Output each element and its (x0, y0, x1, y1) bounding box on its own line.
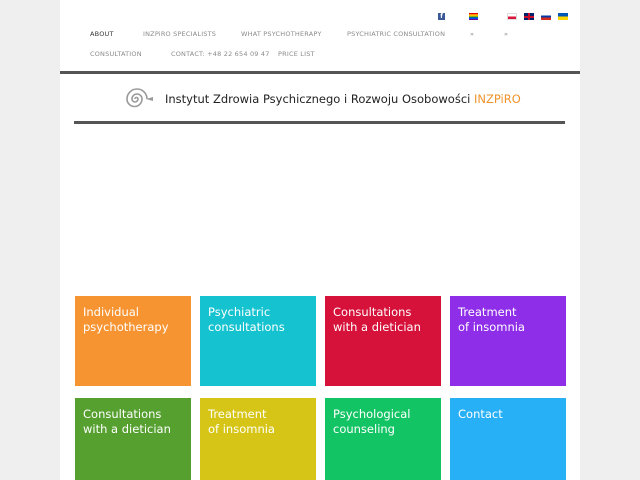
header-divider (74, 121, 565, 124)
site-title[interactable]: Instytut Zdrowia Psychicznego i Rozwoju … (165, 92, 521, 106)
snail-logo-icon[interactable] (118, 84, 154, 114)
nav-specialists[interactable]: INZPiRO SPECIALISTS (143, 30, 216, 38)
tile-dietician-consultations-2[interactable]: Consultations with a dietician (75, 398, 191, 480)
english-flag-icon[interactable] (524, 13, 534, 20)
language-flags: f (438, 13, 568, 21)
nav-consultation[interactable]: CONSULTATION (90, 50, 142, 58)
tile-insomnia-treatment[interactable]: Treatment of insomnia (450, 296, 566, 386)
top-divider (60, 71, 580, 74)
polish-flag-icon[interactable] (507, 13, 517, 20)
site-title-text: Instytut Zdrowia Psychicznego i Rozwoju … (165, 92, 471, 106)
nav-more-2[interactable]: » (504, 30, 508, 38)
rainbow-flag-icon[interactable] (469, 13, 478, 20)
tile-psychiatric-consultations[interactable]: Psychiatric consultations (200, 296, 316, 386)
nav-more-1[interactable]: » (470, 30, 474, 38)
facebook-icon[interactable]: f (438, 13, 445, 20)
site-brand: INZPiRO (474, 92, 521, 106)
page: f ABOUT INZPiRO SPECIALISTS WHAT PSYCHOT… (60, 0, 580, 480)
nav-psychiatric-consultation[interactable]: PSYCHIATRIC CONSULTATION (347, 30, 445, 38)
nav-contact[interactable]: CONTACT: +48 22 654 09 47 (171, 50, 270, 58)
ukrainian-flag-icon[interactable] (558, 13, 568, 20)
site-header: Instytut Zdrowia Psychicznego i Rozwoju … (118, 84, 558, 114)
nav-about[interactable]: ABOUT (90, 30, 114, 38)
russian-flag-icon[interactable] (541, 13, 551, 20)
nav-price-list[interactable]: PRICE LIST (278, 50, 315, 58)
tile-dietician-consultations[interactable]: Consultations with a dietician (325, 296, 441, 386)
tile-psychological-counseling[interactable]: Psychological counseling (325, 398, 441, 480)
tile-contact[interactable]: Contact (450, 398, 566, 480)
tile-insomnia-treatment-2[interactable]: Treatment of insomnia (200, 398, 316, 480)
tile-individual-psychotherapy[interactable]: Individual psychotherapy (75, 296, 191, 386)
nav-what-psychotherapy[interactable]: WHAT PSYCHOTHERAPY (241, 30, 322, 38)
